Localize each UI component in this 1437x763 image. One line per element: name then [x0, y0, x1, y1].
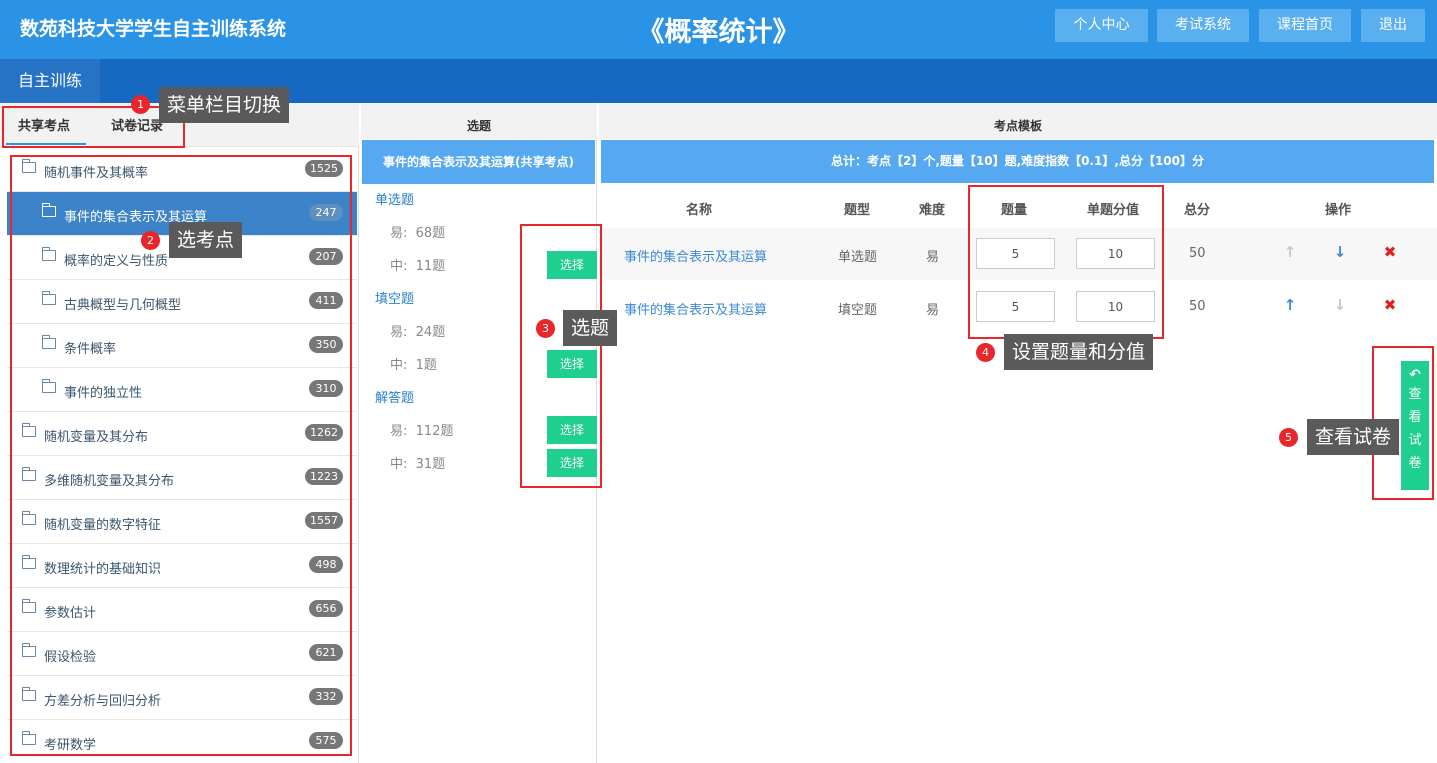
- exam-system-button[interactable]: 考试系统: [1157, 9, 1249, 42]
- annotation-label: 设置题量和分值: [1004, 334, 1154, 370]
- selected-topic-banner: 事件的集合表示及其运算(共享考点): [362, 140, 595, 184]
- course-home-button[interactable]: 课程首页: [1259, 9, 1351, 42]
- annotation-label: 菜单栏目切换: [159, 87, 290, 123]
- qtype-answer: 解答题: [375, 391, 415, 406]
- annotation-badge: 1: [131, 95, 150, 114]
- col-name: 名称: [686, 203, 713, 218]
- template-summary: 总计：考点【2】个,题量【10】题,难度指数【0.1】,总分【100】分: [601, 140, 1434, 183]
- annotation-label: 选考点: [169, 222, 243, 258]
- row-type: 单选题: [838, 250, 878, 265]
- level-easy: 易: 112题: [390, 424, 454, 439]
- annotation-badge: 5: [1279, 428, 1298, 447]
- move-up-icon[interactable]: ↑: [1280, 242, 1300, 262]
- annotation-badge: 2: [141, 231, 160, 250]
- personal-center-button[interactable]: 个人中心: [1055, 9, 1148, 42]
- col-total: 总分: [1184, 203, 1211, 218]
- level-medium: 中: 11题: [390, 259, 446, 274]
- move-up-icon[interactable]: ↑: [1280, 295, 1300, 315]
- row-name-link[interactable]: 事件的集合表示及其运算: [624, 246, 767, 265]
- qtype-fill-blank: 填空题: [375, 292, 415, 307]
- level-easy: 易: 24题: [390, 325, 446, 340]
- annotation-label: 选题: [563, 310, 618, 346]
- delete-icon[interactable]: ✖: [1380, 242, 1400, 262]
- top-header: 数苑科技大学学生自主训练系统 《概率统计》 个人中心 考试系统 课程首页 退出: [0, 0, 1437, 59]
- delete-icon[interactable]: ✖: [1380, 295, 1400, 315]
- annotation-box-select: [520, 224, 602, 488]
- annotation-box-quantity: [968, 185, 1164, 339]
- qtype-single-choice: 单选题: [375, 193, 415, 208]
- level-medium: 中: 31题: [390, 457, 446, 472]
- move-down-icon[interactable]: ↓: [1330, 242, 1350, 262]
- logout-button[interactable]: 退出: [1361, 9, 1425, 42]
- row-total: 50: [1189, 299, 1206, 314]
- annotation-badge: 4: [976, 343, 995, 362]
- col-actions: 操作: [1325, 203, 1352, 218]
- tab-self-training[interactable]: 自主训练: [0, 59, 100, 103]
- col-difficulty: 难度: [919, 203, 946, 218]
- row-difficulty: 易: [926, 250, 940, 265]
- annotation-box-tabs: [2, 106, 185, 148]
- row-type: 填空题: [838, 303, 878, 318]
- row-total: 50: [1189, 246, 1206, 261]
- row-name-link[interactable]: 事件的集合表示及其运算: [624, 299, 767, 318]
- select-panel-title: 选题: [361, 103, 597, 139]
- annotation-badge: 3: [536, 319, 555, 338]
- row-difficulty: 易: [926, 303, 940, 318]
- template-panel-title: 考点模板: [599, 103, 1437, 139]
- col-type: 题型: [844, 203, 871, 218]
- move-down-icon[interactable]: ↓: [1330, 295, 1350, 315]
- level-medium: 中: 1题: [390, 358, 437, 373]
- level-easy: 易: 68题: [390, 226, 446, 241]
- annotation-label: 查看试卷: [1307, 419, 1400, 455]
